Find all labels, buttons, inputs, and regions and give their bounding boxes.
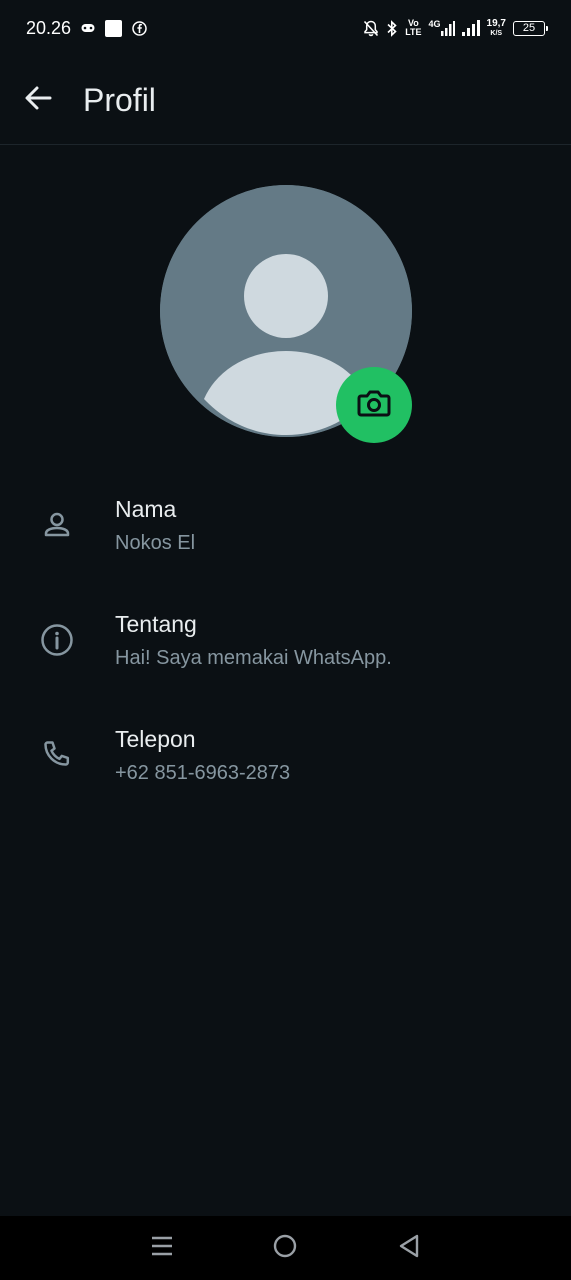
name-row[interactable]: Nama Nokos El — [0, 480, 571, 595]
battery-level: 25 — [522, 22, 536, 34]
speed-value: 19,7 — [486, 17, 506, 29]
camera-icon — [357, 388, 391, 423]
info-icon — [38, 621, 76, 659]
bluetooth-icon — [386, 19, 398, 37]
home-button[interactable] — [260, 1223, 310, 1273]
status-bar-left: 20.26 — [26, 18, 147, 39]
status-bar-right: Vo LTE 4G 19,7 K/S 25 — [363, 17, 548, 38]
phone-label: Telepon — [115, 726, 196, 752]
about-row[interactable]: Tentang Hai! Saya memakai WhatsApp. — [0, 595, 571, 710]
person-icon — [38, 506, 76, 544]
page-title: Profil — [83, 81, 156, 118]
speed-unit: K/S — [490, 29, 503, 37]
about-value: Hai! Saya memakai WhatsApp. — [115, 647, 392, 669]
signal-strength-icon — [461, 19, 480, 37]
change-photo-button[interactable] — [336, 367, 412, 443]
arrow-left-icon — [23, 83, 53, 118]
name-label: Nama — [115, 496, 177, 522]
system-navigation-bar — [0, 1216, 571, 1280]
about-label: Tentang — [115, 611, 197, 637]
menu-lines-icon — [151, 1236, 173, 1261]
profile-info-list: Nama Nokos El Tentang Hai! Saya memakai … — [0, 480, 571, 825]
status-time: 20.26 — [26, 17, 72, 38]
home-circle-icon — [273, 1234, 297, 1263]
game-controller-icon — [81, 23, 95, 33]
phone-icon — [38, 736, 76, 774]
back-nav-button[interactable] — [384, 1223, 434, 1273]
phone-row[interactable]: Telepon +62 851-6963-2873 — [0, 710, 571, 825]
network-speed: 19,7 K/S — [486, 17, 506, 38]
volte-bottom-text: LTE — [405, 27, 422, 37]
app-notification-icon — [105, 19, 123, 37]
app-header: Profil — [0, 56, 571, 145]
back-button[interactable] — [8, 70, 68, 130]
mute-bell-icon — [363, 20, 379, 37]
battery-indicator: 25 — [513, 20, 548, 36]
phone-value: +62 851-6963-2873 — [115, 762, 291, 784]
facebook-icon — [132, 20, 147, 36]
volte-indicator: Vo LTE — [405, 19, 421, 37]
recent-apps-button[interactable] — [137, 1223, 187, 1273]
name-value: Nokos El — [115, 532, 196, 554]
mobile-signal-4g-icon: 4G — [429, 19, 455, 37]
status-bar: 20.26 Vo LTE 4G 19,7 K/S 25 — [0, 0, 571, 56]
back-triangle-icon — [398, 1234, 420, 1263]
profile-photo-section — [160, 185, 412, 443]
